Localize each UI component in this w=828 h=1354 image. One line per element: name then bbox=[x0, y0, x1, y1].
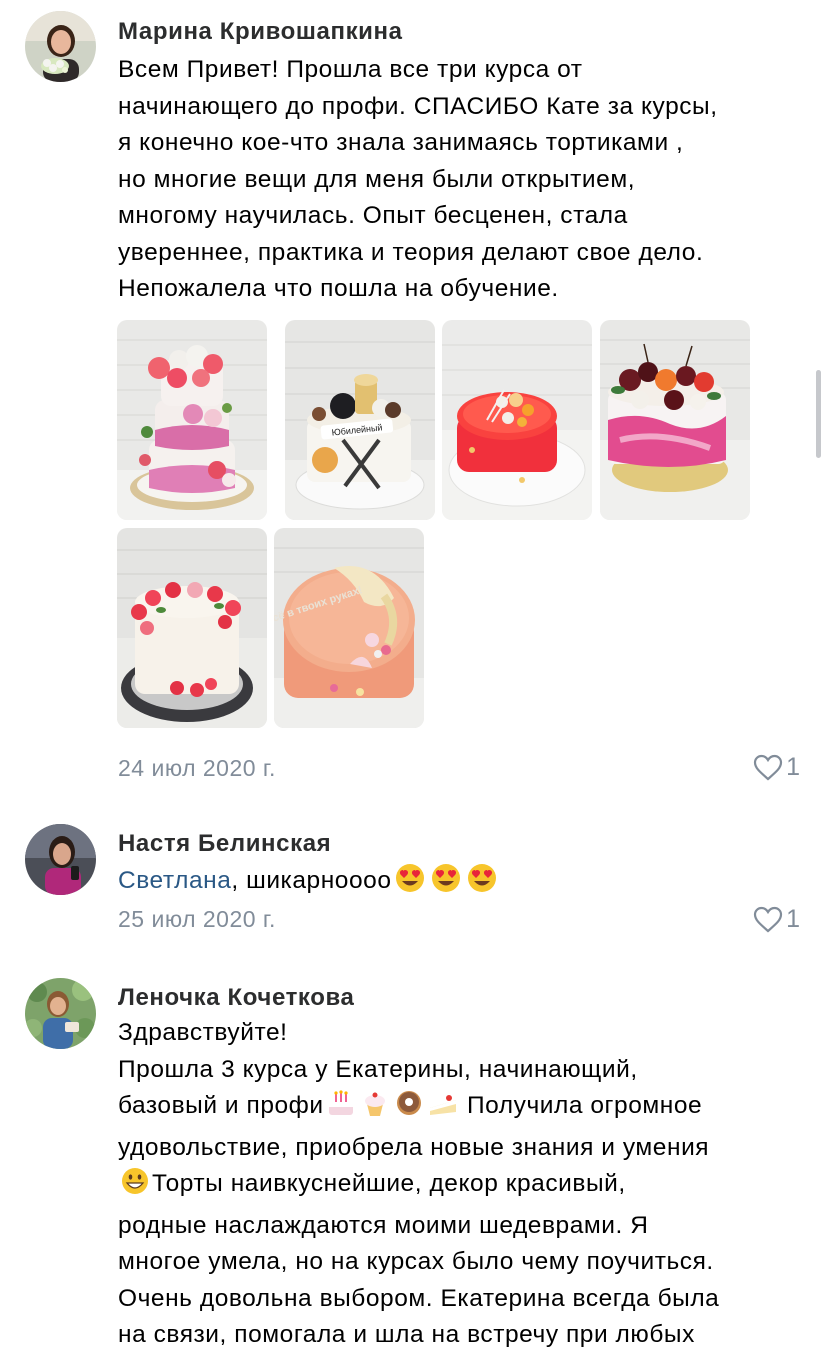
comment-text: Всем Привет! Прошла все три курса от нач… bbox=[118, 52, 808, 308]
cake-photo-inscription[interactable]: Всё в твоих руках! bbox=[274, 528, 424, 728]
text-line: Непожалела что пошла на обучение. bbox=[118, 275, 559, 302]
like-button[interactable]: 1 bbox=[752, 904, 800, 934]
heart-eyes-emoji bbox=[429, 863, 463, 905]
text-fragment: Получила огромное bbox=[459, 1092, 703, 1119]
scrollbar[interactable] bbox=[816, 370, 821, 458]
text-line: Здравствуйте! bbox=[118, 1019, 288, 1046]
text-line: увереннее, практика и теория делают свое… bbox=[118, 238, 704, 266]
heart-icon bbox=[753, 754, 783, 781]
text-line: Торты наивкуснейшие, декор красивый, bbox=[118, 1166, 808, 1208]
comment-date[interactable]: 24 июл 2020 г. bbox=[118, 755, 276, 782]
like-count: 1 bbox=[786, 752, 800, 781]
comment-text: Здравствуйте! Прошла 3 курса у Екатерины… bbox=[118, 1015, 808, 1354]
cake-photo-red-glaze[interactable] bbox=[442, 320, 592, 520]
author-name[interactable]: Настя Белинская bbox=[118, 830, 331, 858]
text-line: на связи, помогала и шла на встречу при … bbox=[118, 1321, 695, 1348]
birthday-cake-emoji bbox=[325, 1088, 357, 1130]
heart-eyes-emoji bbox=[393, 863, 427, 905]
like-button[interactable]: 1 bbox=[752, 752, 800, 782]
text-fragment: Торты наивкуснейшие, декор красивый, bbox=[152, 1170, 626, 1197]
avatar-nastya[interactable] bbox=[25, 824, 96, 895]
cake-photo-strawberries[interactable] bbox=[117, 528, 267, 728]
avatar-marina[interactable] bbox=[25, 11, 96, 82]
doughnut-emoji bbox=[393, 1088, 425, 1130]
avatar-lenochka[interactable] bbox=[25, 978, 96, 1049]
text-fragment: , шикарноооо bbox=[231, 867, 392, 894]
text-line: Всем Привет! Прошла все три курса от bbox=[118, 56, 583, 83]
text-line: но многие вещи для меня были открытием, bbox=[118, 165, 636, 193]
cake-photo-hockey[interactable]: Юбилейный bbox=[285, 320, 435, 520]
text-line: многому научилась. Опыт бесценен, стала bbox=[118, 202, 628, 229]
grinning-face-emoji bbox=[119, 1166, 151, 1208]
heart-eyes-emoji bbox=[465, 863, 499, 905]
author-name[interactable]: Марина Кривошапкина bbox=[118, 18, 403, 46]
cupcake-emoji bbox=[359, 1088, 391, 1130]
text-line: Светлана, шикарноооо bbox=[118, 863, 808, 905]
comment-date[interactable]: 25 июл 2020 г. bbox=[118, 906, 276, 933]
shortcake-emoji bbox=[427, 1088, 459, 1130]
mention-link[interactable]: Светлана bbox=[118, 867, 231, 894]
text-fragment: базовый и профи bbox=[118, 1092, 324, 1119]
text-line: удовольствие, приобрела новые знания и у… bbox=[118, 1133, 710, 1161]
text-line: я конечно кое-что знала занимаясь тортик… bbox=[118, 129, 684, 156]
text-line: родные наслаждаются моими шедеврами. Я bbox=[118, 1211, 649, 1239]
cake-photo-tiered-flowers[interactable] bbox=[117, 320, 267, 520]
cake-photo-cherries[interactable] bbox=[600, 320, 750, 520]
like-count: 1 bbox=[786, 904, 800, 933]
text-line: многое умела, но на курсах было чему поу… bbox=[118, 1248, 714, 1275]
text-line: Прошла 3 курса у Екатерины, начинающий, bbox=[118, 1055, 638, 1083]
comment-text: Светлана, шикарноооо bbox=[118, 863, 808, 905]
text-line: базовый и профи Получила огромное bbox=[118, 1088, 808, 1130]
heart-icon bbox=[753, 906, 783, 933]
author-name[interactable]: Леночка Кочеткова bbox=[118, 984, 354, 1012]
text-line: начинающего до профи. СПАСИБО Кате за ку… bbox=[118, 92, 718, 120]
text-line: Очень довольна выбором. Екатерина всегда… bbox=[118, 1284, 720, 1312]
